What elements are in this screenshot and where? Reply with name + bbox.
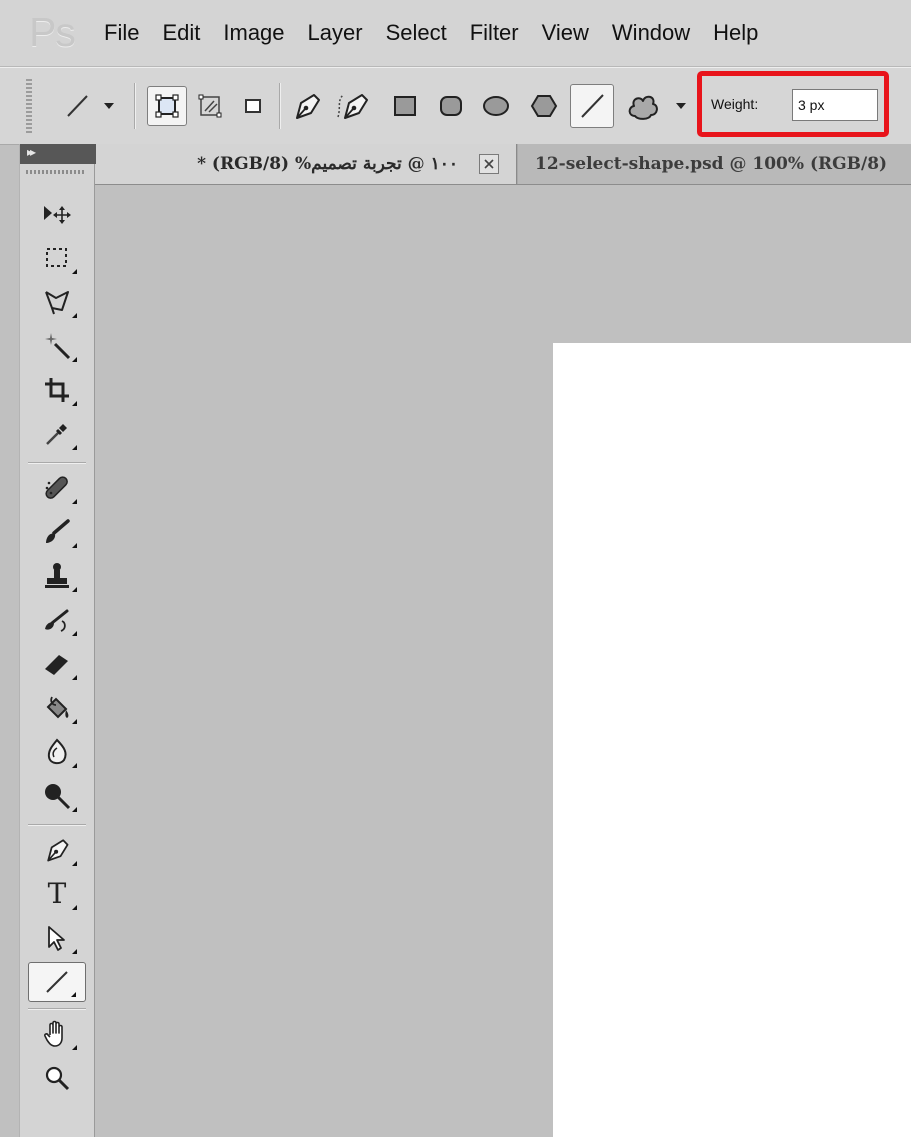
clone-stamp-tool-icon[interactable] bbox=[28, 556, 86, 596]
menu-select[interactable]: Select bbox=[386, 20, 447, 46]
line-icon[interactable] bbox=[56, 85, 98, 127]
path-selection-tool-icon[interactable] bbox=[28, 918, 86, 958]
toolbox-grip[interactable] bbox=[26, 170, 86, 174]
rectangle-icon[interactable] bbox=[386, 86, 424, 126]
eraser-tool-icon[interactable] bbox=[28, 644, 86, 684]
ellipse-icon[interactable] bbox=[476, 86, 516, 126]
menu-bar: Ps File Edit Image Layer Select Filter V… bbox=[0, 0, 911, 67]
healing-brush-tool-icon[interactable] bbox=[28, 468, 86, 508]
document-canvas[interactable] bbox=[553, 343, 911, 1137]
move-tool-icon[interactable] bbox=[28, 194, 86, 234]
weight-input[interactable] bbox=[792, 89, 878, 121]
toolbox-header[interactable]: ▸▸ bbox=[20, 144, 96, 164]
zoom-tool-icon[interactable] bbox=[28, 1058, 86, 1098]
custom-shape-dropdown-icon[interactable] bbox=[674, 101, 688, 111]
type-tool-icon[interactable]: T bbox=[28, 874, 86, 914]
polygon-icon[interactable] bbox=[524, 86, 564, 126]
tab-inactive-document[interactable]: 12-select-shape.psd @ 100% (RGB/8) bbox=[518, 144, 911, 184]
tab-title: ١٠٠ @ تجربة تصميم% (RGB/8) * bbox=[197, 154, 458, 174]
marquee-tool-icon[interactable] bbox=[28, 238, 86, 278]
menu-help[interactable]: Help bbox=[713, 20, 758, 46]
menu-image[interactable]: Image bbox=[223, 20, 284, 46]
expand-icon[interactable]: ▸▸ bbox=[27, 145, 36, 159]
photoshop-logo: Ps bbox=[29, 9, 76, 55]
hand-tool-icon[interactable] bbox=[28, 1014, 86, 1054]
tool-preset-dropdown-icon[interactable] bbox=[102, 101, 116, 111]
crop-tool-icon[interactable] bbox=[28, 370, 86, 410]
paths-icon[interactable] bbox=[190, 86, 230, 126]
weight-label: Weight: bbox=[711, 96, 759, 112]
type-tool-glyph: T bbox=[47, 877, 67, 910]
eyedropper-tool-icon[interactable] bbox=[28, 414, 86, 454]
close-icon[interactable] bbox=[479, 154, 499, 174]
paint-bucket-tool-icon[interactable] bbox=[28, 688, 86, 728]
menu-layer[interactable]: Layer bbox=[308, 20, 363, 46]
document-tab-bar: ١٠٠ @ تجربة تصميم% (RGB/8) * 12-select-s… bbox=[95, 144, 911, 185]
lasso-tool-icon[interactable] bbox=[28, 282, 86, 322]
options-bar-grip[interactable] bbox=[26, 79, 32, 133]
line-icon[interactable] bbox=[570, 84, 614, 128]
pen-tool-icon[interactable] bbox=[28, 830, 86, 870]
tab-title: 12-select-shape.psd @ 100% (RGB/8) bbox=[535, 154, 888, 174]
shape-layers-icon[interactable] bbox=[147, 86, 187, 126]
custom-shape-icon[interactable] bbox=[621, 84, 665, 128]
rounded-rectangle-icon[interactable] bbox=[432, 86, 470, 126]
fill-pixels-icon[interactable] bbox=[233, 86, 273, 126]
menu-view[interactable]: View bbox=[542, 20, 589, 46]
pen-icon[interactable] bbox=[286, 84, 328, 128]
dodge-tool-icon[interactable] bbox=[28, 776, 86, 816]
menu-file[interactable]: File bbox=[104, 20, 139, 46]
brush-tool-icon[interactable] bbox=[28, 512, 86, 552]
menu-items: File Edit Image Layer Select Filter View… bbox=[104, 0, 781, 66]
magic-wand-tool-icon[interactable] bbox=[28, 326, 86, 366]
line-tool-icon[interactable] bbox=[28, 962, 86, 1002]
tab-active-document[interactable]: ١٠٠ @ تجربة تصميم% (RGB/8) * bbox=[95, 144, 517, 184]
menu-edit[interactable]: Edit bbox=[162, 20, 200, 46]
history-brush-tool-icon[interactable] bbox=[28, 600, 86, 640]
menu-filter[interactable]: Filter bbox=[470, 20, 519, 46]
menu-window[interactable]: Window bbox=[612, 20, 690, 46]
toolbox: ▸▸ T bbox=[19, 144, 96, 1137]
freeform-pen-icon[interactable] bbox=[331, 84, 375, 128]
blur-tool-icon[interactable] bbox=[28, 732, 86, 772]
